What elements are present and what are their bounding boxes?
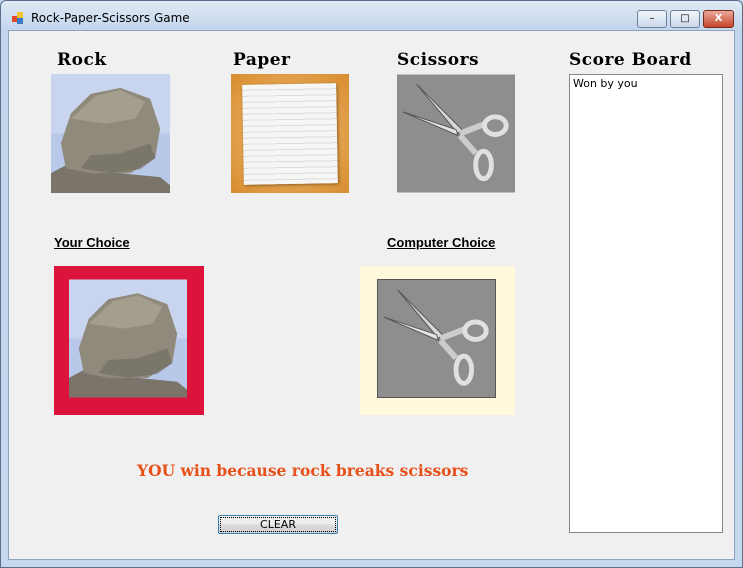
score-board-list[interactable]: Won by you bbox=[569, 74, 723, 533]
your-choice-box bbox=[54, 266, 204, 415]
computer-choice-box bbox=[360, 266, 515, 415]
app-icon bbox=[12, 12, 24, 24]
rock-option-image[interactable] bbox=[51, 74, 170, 193]
computer-choice-scissors-image bbox=[377, 279, 496, 398]
clear-button[interactable]: CLEAR bbox=[218, 515, 338, 534]
window-title: Rock-Paper-Scissors Game bbox=[31, 11, 190, 25]
paper-label: Paper bbox=[233, 50, 291, 70]
rock-label: Rock bbox=[57, 50, 107, 70]
scissors-label: Scissors bbox=[397, 50, 480, 70]
your-choice-label: Your Choice bbox=[54, 235, 130, 250]
your-choice-rock-image bbox=[69, 279, 187, 398]
score-board-label: Score Board bbox=[569, 50, 692, 70]
minimize-button[interactable]: – bbox=[637, 10, 667, 28]
maximize-button[interactable]: □ bbox=[670, 10, 700, 28]
result-message: YOU win because rock breaks scissors bbox=[137, 461, 469, 480]
close-button[interactable]: X bbox=[703, 10, 734, 28]
scissors-option-image[interactable] bbox=[397, 74, 515, 193]
computer-choice-label: Computer Choice bbox=[387, 235, 496, 250]
paper-option-image[interactable] bbox=[231, 74, 349, 193]
list-item: Won by you bbox=[573, 77, 638, 90]
